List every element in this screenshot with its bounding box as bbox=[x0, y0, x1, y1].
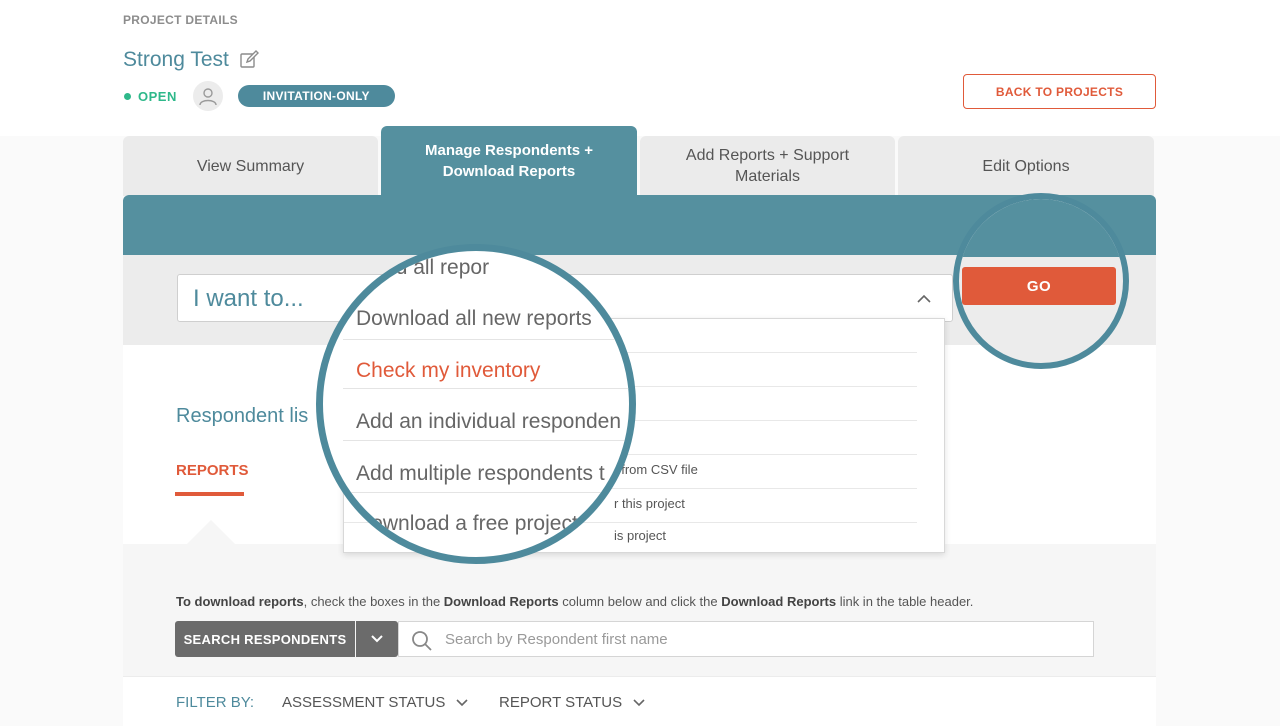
tab-edit-options[interactable]: Edit Options bbox=[898, 136, 1154, 196]
instructions-bold-1: To download reports bbox=[176, 594, 304, 609]
magnified-item[interactable]: Add an individual responden bbox=[356, 410, 621, 434]
divider bbox=[343, 339, 629, 340]
dropdown-item-fragment: is project bbox=[614, 528, 667, 543]
chevron-down-icon bbox=[456, 699, 468, 707]
magnified-item[interactable]: Add multiple respondents t bbox=[356, 462, 605, 486]
tab-add-reports[interactable]: Add Reports + Support Materials bbox=[640, 136, 895, 196]
reports-underline bbox=[175, 492, 244, 496]
reports-subtab[interactable]: REPORTS bbox=[176, 462, 249, 479]
tab-manage-respondents[interactable]: Manage Respondents + Download Reports bbox=[381, 126, 637, 196]
divider bbox=[343, 388, 629, 389]
chevron-down-icon bbox=[371, 635, 383, 643]
filter-assessment-status[interactable]: ASSESSMENT STATUS bbox=[282, 694, 469, 711]
back-to-projects-button[interactable]: BACK TO PROJECTS bbox=[963, 74, 1156, 109]
invitation-badge: INVITATION-ONLY bbox=[237, 85, 395, 107]
dropdown-item-fragment: t from CSV file bbox=[614, 462, 698, 477]
filter-report-status[interactable]: REPORT STATUS bbox=[499, 694, 646, 711]
status-row: OPEN INVITATION-ONLY bbox=[124, 81, 395, 111]
download-instructions: To download reports, check the boxes in … bbox=[176, 594, 973, 609]
search-input[interactable] bbox=[445, 622, 1085, 656]
respondent-list-title: Respondent lis bbox=[176, 405, 309, 427]
filter-item-label: REPORT STATUS bbox=[499, 694, 623, 711]
tab-label-line1: Add Reports + Support bbox=[685, 147, 850, 164]
instructions-bold-3: Download Reports bbox=[443, 594, 559, 609]
edit-icon[interactable] bbox=[239, 50, 259, 70]
dropdown-magnifier: nload all repor Download all new reports… bbox=[316, 244, 636, 564]
select-label: I want to... bbox=[193, 285, 304, 312]
magnified-item[interactable]: Download a free project bbox=[356, 512, 578, 536]
magnified-item[interactable]: nload all repor bbox=[356, 256, 489, 280]
section-label: PROJECT DETAILS bbox=[123, 13, 238, 27]
tab-view-summary[interactable]: View Summary bbox=[123, 136, 378, 196]
search-icon bbox=[411, 630, 433, 652]
search-box bbox=[398, 621, 1094, 657]
instructions-bold-5: Download Reports bbox=[721, 594, 837, 609]
tab-label-line2: Download Reports bbox=[442, 163, 576, 180]
chevron-down-icon bbox=[633, 699, 645, 707]
chevron-up-icon bbox=[916, 292, 932, 304]
dropdown-item-fragment: r this project bbox=[614, 496, 685, 511]
project-title: Strong Test bbox=[123, 48, 229, 71]
divider bbox=[343, 492, 629, 493]
project-title-row: Strong Test bbox=[123, 48, 259, 72]
instructions-text-6: link in the table header. bbox=[836, 594, 974, 609]
magnified-item[interactable]: Download all new reports bbox=[356, 307, 592, 331]
magnified-go-button[interactable]: GO bbox=[962, 267, 1116, 305]
status-dot-icon bbox=[124, 92, 131, 100]
magnified-header bbox=[959, 199, 1123, 257]
magnified-item-highlighted[interactable]: Check my inventory bbox=[356, 359, 540, 383]
status-label: OPEN bbox=[138, 88, 177, 104]
tab-label: View Summary bbox=[196, 157, 305, 175]
instructions-text-2: , check the boxes in the bbox=[303, 594, 444, 609]
tab-label: Edit Options bbox=[982, 157, 1070, 175]
divider bbox=[343, 440, 629, 441]
search-respondents-button[interactable]: SEARCH RESPONDENTS bbox=[175, 621, 355, 657]
instructions-text-4: column below and click the bbox=[558, 594, 722, 609]
search-type-dropdown[interactable] bbox=[356, 621, 398, 657]
user-icon bbox=[199, 88, 217, 106]
go-magnifier: GO bbox=[953, 193, 1129, 369]
tab-label-line1: Manage Respondents + bbox=[425, 142, 593, 159]
tab-label-line2: Materials bbox=[735, 168, 800, 185]
filter-label: FILTER BY: bbox=[176, 694, 255, 711]
avatar[interactable] bbox=[192, 81, 223, 111]
panel-pointer bbox=[186, 520, 236, 545]
filter-item-label: ASSESSMENT STATUS bbox=[282, 694, 446, 711]
